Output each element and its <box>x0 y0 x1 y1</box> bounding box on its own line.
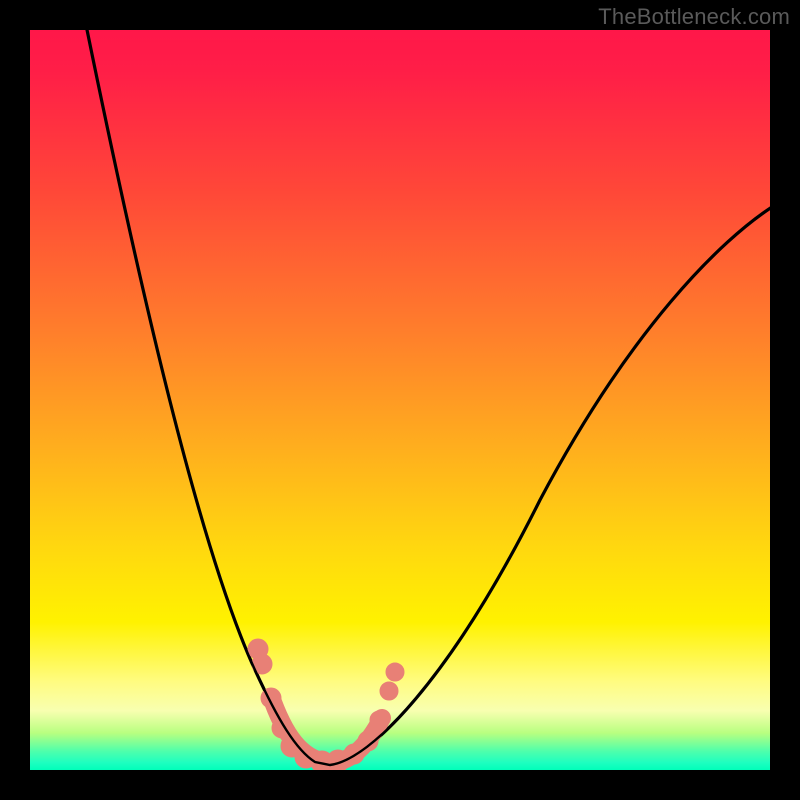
marker-dot <box>386 663 404 681</box>
plot-area <box>30 30 770 770</box>
chart-frame: TheBottleneck.com <box>0 0 800 800</box>
bottleneck-curve <box>85 30 770 765</box>
marker-dot <box>380 682 398 700</box>
bottleneck-curve-overlay <box>85 30 770 765</box>
curve-layer <box>30 30 770 770</box>
watermark-text: TheBottleneck.com <box>598 4 790 30</box>
